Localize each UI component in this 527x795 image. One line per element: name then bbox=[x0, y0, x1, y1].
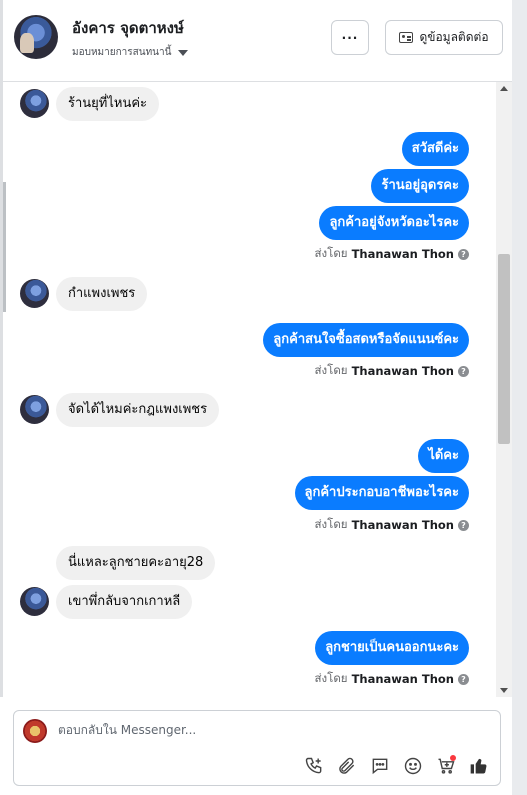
scroll-up-arrow-icon[interactable] bbox=[500, 86, 508, 91]
help-icon[interactable]: ? bbox=[458, 365, 469, 377]
message-thread[interactable]: ร้านยุที่ไหนค่ะ สวัสดีค่ะ ร้านอยู่อุดรคะ… bbox=[0, 82, 496, 697]
sender-name: Thanawan Thon bbox=[351, 364, 454, 378]
outgoing-message[interactable]: ได้คะ bbox=[418, 439, 469, 473]
sent-by-prefix: ส่งโดย bbox=[314, 517, 348, 531]
sender-avatar bbox=[20, 89, 49, 118]
outgoing-message[interactable]: ลูกค้าอยู่จังหวัดอะไรคะ bbox=[319, 206, 469, 240]
incoming-message[interactable]: เขาพึ่กลับจากเกาหลี bbox=[56, 585, 193, 619]
outgoing-message[interactable]: ร้านอยู่อุดรคะ bbox=[371, 169, 469, 203]
scrollbar-thumb[interactable] bbox=[498, 254, 510, 444]
sent-by-label: ส่งโดย Thanawan Thon ? bbox=[315, 516, 469, 534]
incoming-message[interactable]: จัดได้ไหมค่ะกฎแพงเพชร bbox=[56, 393, 220, 427]
sent-by-prefix: ส่งโดย bbox=[314, 671, 348, 685]
contact-name[interactable]: อังคาร จุดตาหงษ์ bbox=[72, 16, 184, 40]
help-icon[interactable]: ? bbox=[458, 673, 469, 685]
message-scrollbar[interactable] bbox=[496, 82, 512, 697]
incoming-message[interactable]: ร้านยุที่ไหนค่ะ bbox=[56, 87, 160, 121]
incoming-message[interactable]: นี่แหละลูกชายคะอายุ28 bbox=[56, 546, 216, 580]
sender-avatar bbox=[20, 279, 49, 308]
reply-composer bbox=[13, 710, 501, 786]
sender-name: Thanawan Thon bbox=[351, 247, 454, 261]
view-contact-info-button[interactable]: ดูข้อมูลติดต่อ bbox=[385, 20, 503, 55]
sender-name: Thanawan Thon bbox=[351, 518, 454, 532]
contact-avatar[interactable] bbox=[14, 15, 58, 59]
help-icon[interactable]: ? bbox=[458, 248, 469, 260]
right-side-strip bbox=[512, 0, 527, 795]
view-contact-info-label: ดูข้อมูลติดต่อ bbox=[419, 30, 489, 44]
outgoing-message[interactable]: ลูกค้าประกอบอาชีพอะไรคะ bbox=[294, 476, 469, 510]
sent-by-label: ส่งโดย Thanawan Thon ? bbox=[315, 362, 469, 380]
sender-name: Thanawan Thon bbox=[351, 672, 454, 686]
assign-label: มอบหมายการสนทนานี้ bbox=[72, 47, 172, 58]
sent-by-label: ส่งโดย Thanawan Thon ? bbox=[315, 245, 469, 263]
add-to-cart-icon[interactable] bbox=[435, 755, 457, 777]
caret-down-icon bbox=[178, 49, 189, 56]
sent-by-prefix: ส่งโดย bbox=[314, 363, 348, 377]
composer-toolbar bbox=[303, 755, 490, 777]
emoji-icon[interactable] bbox=[402, 755, 424, 777]
conversation-header: อังคาร จุดตาหงษ์ มอบหมายการสนทนานี้ ··· … bbox=[0, 0, 512, 82]
contact-card-icon bbox=[399, 32, 414, 43]
left-edge-indicator bbox=[3, 182, 6, 312]
saved-replies-icon[interactable] bbox=[369, 755, 391, 777]
thumbs-up-icon[interactable] bbox=[468, 755, 490, 777]
sent-by-prefix: ส่งโดย bbox=[314, 246, 348, 260]
assign-conversation-dropdown[interactable]: มอบหมายการสนทนานี้ bbox=[72, 45, 189, 60]
outgoing-message[interactable]: ลูกค้าสนใจซื้อสดหรือจัดแนนซ์คะ bbox=[263, 323, 469, 357]
help-icon[interactable]: ? bbox=[458, 519, 469, 531]
call-icon[interactable] bbox=[303, 755, 325, 777]
incoming-message[interactable]: กำแพงเพชร bbox=[56, 277, 148, 311]
page-avatar bbox=[23, 719, 47, 743]
sender-avatar bbox=[20, 395, 49, 424]
more-options-button[interactable]: ··· bbox=[331, 20, 369, 55]
sent-by-label: ส่งโดย Thanawan Thon ? bbox=[315, 670, 469, 688]
outgoing-message[interactable]: สวัสดีค่ะ bbox=[401, 132, 469, 166]
notification-dot bbox=[450, 755, 456, 761]
attachment-icon[interactable] bbox=[336, 755, 358, 777]
sender-avatar bbox=[20, 587, 49, 616]
reply-input[interactable] bbox=[58, 723, 478, 737]
outgoing-message[interactable]: ลูกชายเป็นคนออกนะคะ bbox=[315, 631, 469, 665]
scroll-down-arrow-icon[interactable] bbox=[500, 688, 508, 693]
